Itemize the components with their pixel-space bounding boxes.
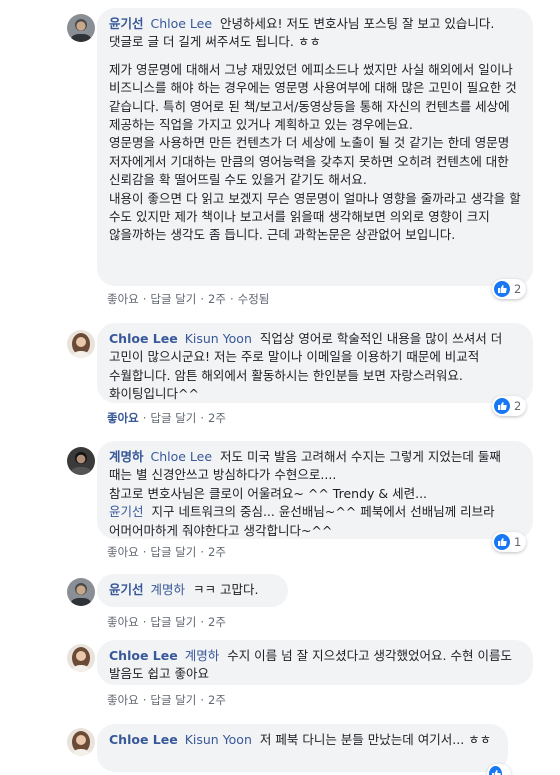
like-link[interactable]: 좋아요 [107, 410, 139, 426]
comment-bubble: 윤기선 계명하 ㅋㅋ 고맙다. [97, 574, 288, 607]
reaction-count: 1 [514, 535, 522, 549]
comment-author[interactable]: 계명하 [109, 449, 144, 464]
comment-timestamp[interactable]: 2주 [208, 291, 226, 307]
reply-link[interactable]: 답글 달기 [150, 544, 196, 560]
avatar-man-icon [67, 578, 95, 606]
mention-link[interactable]: Chloe Lee [151, 449, 213, 464]
like-link[interactable]: 좋아요 [107, 544, 139, 560]
comment-actions: 좋아요 · 답글 달기 · 2주 · 수정됨 [107, 291, 270, 307]
comment-text: 제가 영문명에 대해서 그냥 재밌었던 에피소드나 썼지만 사실 해외에서 일이… [109, 61, 517, 133]
avatar[interactable] [67, 330, 95, 358]
comment-timestamp[interactable]: 2주 [208, 410, 226, 426]
comment-timestamp[interactable]: 2주 [208, 544, 226, 560]
avatar[interactable] [67, 728, 95, 756]
like-link[interactable]: 좋아요 [107, 291, 139, 307]
avatar[interactable] [67, 447, 95, 475]
comment-bubble: Chloe Lee Kisun Yoon 저 페북 다니는 분들 만났는데 여기… [97, 724, 508, 772]
mention-link[interactable]: Chloe Lee [151, 16, 213, 31]
like-link[interactable]: 좋아요 [107, 692, 139, 708]
avatar-woman-icon [67, 644, 95, 672]
reaction-count: 2 [514, 282, 522, 296]
avatar-woman-icon [67, 728, 95, 756]
thumbs-up-icon [489, 766, 502, 775]
comment-timestamp[interactable]: 2주 [208, 692, 226, 708]
comment-bubble: 윤기선 Chloe Lee 안녕하세요! 저도 변호사님 포스팅 잘 보고 있습… [97, 8, 533, 286]
comment-actions: 좋아요 · 답글 달기 · 2주 [107, 692, 226, 708]
comment-actions: 좋아요 · 답글 달기 · 2주 [107, 544, 226, 560]
reaction-count-badge[interactable]: 1 [492, 532, 527, 552]
reply-link[interactable]: 답글 달기 [150, 410, 196, 426]
mention-link[interactable]: Kisun Yoon [185, 732, 252, 747]
comment-text: 지구 네트워크의 중심... 윤선배님~^^ 페북에서 선배님께 리브라 어머어… [109, 504, 495, 538]
reaction-count-badge[interactable]: 2 [492, 279, 527, 299]
comment-text: 저 페북 다니는 분들 만났는데 여기서... ㅎㅎ [259, 732, 492, 747]
edited-label[interactable]: 수정됨 [238, 291, 270, 307]
avatar[interactable] [67, 578, 95, 606]
comment-actions: 좋아요 · 답글 달기 · 2주 [107, 410, 226, 426]
avatar[interactable] [67, 644, 95, 672]
comment-author[interactable]: 윤기선 [109, 16, 144, 31]
thumbs-up-icon [494, 281, 510, 297]
comment-author[interactable]: Chloe Lee [109, 331, 178, 346]
comment-bubble: 계명하 Chloe Lee 저도 미국 발음 고려해서 수지는 그렇게 지었는데… [97, 441, 533, 539]
comment-text: 내용이 좋으면 다 읽고 보겠지 무슨 영문명이 얼마나 영향을 줄까라고 생각… [109, 190, 521, 243]
thumbs-up-icon [494, 534, 510, 550]
reply-link[interactable]: 답글 달기 [150, 614, 196, 630]
comment-bubble: Chloe Lee Kisun Yoon 직업상 영어로 학술적인 내용을 많이… [97, 323, 533, 403]
reply-link[interactable]: 답글 달기 [150, 291, 196, 307]
mention-link[interactable]: 계명하 [185, 648, 220, 663]
comment-actions: 좋아요 · 답글 달기 · 2주 [107, 614, 226, 630]
comment-text: 영문명을 사용하면 만든 컨텐츠가 더 세상에 노출이 될 것 같기는 한데 영… [109, 135, 510, 188]
comment-text: ㅋㅋ 고맙다. [193, 582, 259, 597]
comment-author[interactable]: Chloe Lee [109, 732, 178, 747]
reply-link[interactable]: 답글 달기 [150, 692, 196, 708]
avatar-man-icon [67, 14, 95, 42]
thumbs-up-icon [494, 398, 510, 414]
mention-link[interactable]: 계명하 [151, 582, 186, 597]
mention-link[interactable]: 윤기선 [109, 504, 144, 519]
reaction-count-badge[interactable]: 2 [492, 396, 527, 416]
reaction-count: 2 [514, 399, 522, 413]
comment-timestamp[interactable]: 2주 [208, 614, 226, 630]
reaction-count-badge[interactable] [487, 764, 511, 775]
comment-author[interactable]: 윤기선 [109, 582, 144, 597]
comment-text: 참고로 변호사님은 클로이 어울려요~ ^^ Trendy & 세련... [109, 485, 428, 501]
avatar[interactable] [67, 14, 95, 42]
avatar-man-icon [67, 447, 95, 475]
avatar-woman-icon [67, 330, 95, 358]
comment-author[interactable]: Chloe Lee [109, 648, 178, 663]
like-link[interactable]: 좋아요 [107, 614, 139, 630]
mention-link[interactable]: Kisun Yoon [185, 331, 252, 346]
comment-bubble: Chloe Lee 계명하 수지 이름 넘 잘 지으셨다고 생각했었어요. 수현… [97, 640, 533, 685]
